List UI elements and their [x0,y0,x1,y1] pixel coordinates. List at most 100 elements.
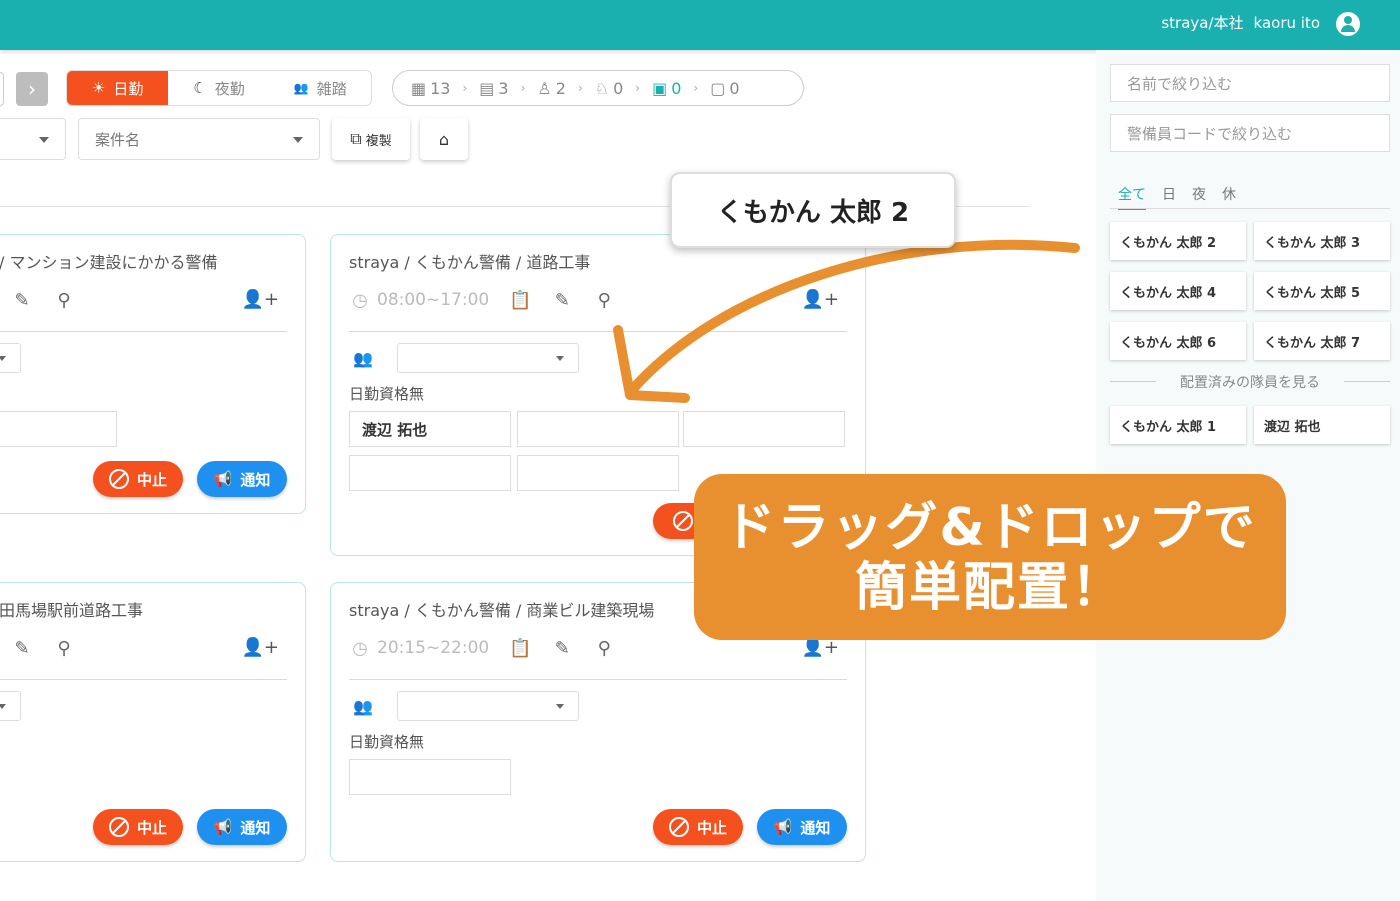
user-info[interactable]: straya/本社 kaoru ito [1161,12,1320,33]
stat-sites[interactable]: ▦ 13 [411,79,450,98]
copy-button[interactable]: ⧉ 複製 [332,118,410,160]
account-icon[interactable] [1336,12,1360,36]
tab-label: 雑踏 [316,79,347,98]
assigned-guards-toggle[interactable]: 配置済みの隊員を見る [1110,372,1390,392]
assign-slot[interactable] [683,411,845,447]
clipboard-icon[interactable]: 📋 [509,637,531,659]
ban-icon [673,511,693,531]
assign-slot[interactable]: 渡辺 拓也 [349,411,511,447]
team-select[interactable] [0,343,21,373]
sun-icon: ☀ [91,79,106,97]
chevron-icon: › [462,81,468,95]
chevron-icon: › [635,81,641,95]
add-person-icon[interactable]: 👤+ [802,637,840,658]
guard-chip[interactable]: くもかん 太郎 7 [1254,322,1390,360]
megaphone-icon: 📢 [213,818,233,836]
prev-date-button[interactable] [0,72,4,106]
stat-badge[interactable]: ▣ 0 [652,79,681,98]
edit-icon[interactable]: ✎ [551,289,573,311]
team-icon: 👥 [353,697,373,716]
map-pin-icon[interactable]: ⚲ [593,637,615,659]
assigned-guard-chip[interactable]: 渡辺 拓也 [1254,406,1390,444]
edit-icon[interactable]: ✎ [11,637,33,659]
team-select[interactable] [397,343,579,373]
team-select[interactable] [0,691,21,721]
project-select[interactable]: 案件名 [78,118,320,160]
shift-time: 08:00~17:00 [377,290,490,310]
banner-line-2: 簡単配置！ [854,558,1125,618]
notify-button[interactable]: 📢 通知 [757,809,847,845]
stat-documents[interactable]: ▤ 3 [479,79,508,98]
stop-button[interactable]: 中止 [93,461,183,497]
chevron-icon: › [520,81,526,95]
assignment-card[interactable]: 田馬場駅前道路工事 ✎ ⚲ 👤+ 中止 📢 通知 [0,582,306,862]
document-icon: ▤ [479,78,495,98]
chevron-icon: › [577,81,583,95]
assign-slot[interactable] [0,411,117,447]
tab-crowd-shift[interactable]: 👥 雑踏 [270,71,371,105]
add-person-icon[interactable]: 👤+ [242,637,280,658]
chevron-down-icon [293,137,303,143]
clipboard-icon[interactable]: 📋 [509,289,531,311]
home-button[interactable]: ⌂ [420,118,468,160]
drag-arrow [613,239,1080,403]
map-pin-icon[interactable]: ⚲ [53,289,75,311]
building-icon: ▦ [411,78,427,98]
top-bar: straya/本社 kaoru ito [0,0,1400,50]
moon-icon: ☾ [193,79,207,97]
stat-workers[interactable]: ♙ 2 [537,79,566,98]
clock-icon: ◷ [352,637,368,659]
filter-select[interactable] [0,118,66,160]
clock-icon: ◷ [352,289,368,311]
qualification-label: 日勤資格無 [349,733,425,751]
assign-slot[interactable] [517,411,679,447]
code-filter-input[interactable]: 警備員コードで絞り込む [1110,114,1390,152]
dragged-guard-chip[interactable]: くもかん 太郎 2 [670,172,956,248]
assigned-guard-chip[interactable]: くもかん 太郎 1 [1110,406,1246,444]
tab-all[interactable]: 全て [1118,184,1146,210]
home-icon: ⌂ [438,129,450,149]
id-card-icon: ▢ [710,78,726,98]
megaphone-icon: 📢 [213,470,233,488]
stop-button[interactable]: 中止 [93,809,183,845]
guard-tabs: 全て 日 夜 休 [1118,184,1236,210]
notify-button[interactable]: 📢 通知 [197,809,287,845]
guard-chip[interactable]: くもかん 太郎 4 [1110,272,1246,310]
assign-slot[interactable] [349,759,511,795]
edit-icon[interactable]: ✎ [11,289,33,311]
name-filter-input[interactable]: 名前で絞り込む [1110,64,1390,102]
qualification-label: 日勤資格無 [349,385,425,403]
team-select[interactable] [397,691,579,721]
worker-icon: ♙ [537,78,552,98]
next-date-button[interactable]: › [16,72,48,106]
assign-slot[interactable] [349,455,511,491]
edit-icon[interactable]: ✎ [551,637,573,659]
guard-chip[interactable]: くもかん 太郎 5 [1254,272,1390,310]
assign-slot[interactable] [517,455,679,491]
stat-running[interactable]: ♘ 0 [595,79,624,98]
running-icon: ♘ [594,78,610,98]
notify-button[interactable]: 📢 通知 [197,461,287,497]
chevron-down-icon [39,137,49,143]
add-person-icon[interactable]: 👤+ [242,289,280,310]
guard-chip[interactable]: くもかん 太郎 6 [1110,322,1246,360]
tab-off[interactable]: 休 [1222,184,1236,210]
team-icon: 👥 [353,349,373,368]
tab-day[interactable]: 日 [1162,184,1176,210]
stop-button[interactable]: 中止 [653,809,743,845]
card-divider [349,679,847,680]
tab-night[interactable]: 夜 [1192,184,1206,210]
card-title: / マンション建設にかかる警備 [0,253,218,272]
tab-day-shift[interactable]: ☀ 日勤 [67,71,169,105]
guard-chip[interactable]: くもかん 太郎 3 [1254,222,1390,260]
badge-icon: ▣ [652,78,668,98]
banner-line-1: ドラッグ&ドロップで [723,498,1257,558]
tab-divider [1110,208,1390,209]
chevron-icon: › [693,81,699,95]
guard-chip[interactable]: くもかん 太郎 2 [1110,222,1246,260]
assignment-card[interactable]: / マンション建設にかかる警備 ✎ ⚲ 👤+ 中止 📢 通知 [0,234,306,514]
megaphone-icon: 📢 [773,818,793,836]
tab-night-shift[interactable]: ☾ 夜勤 [168,71,269,105]
map-pin-icon[interactable]: ⚲ [53,637,75,659]
stat-id-card[interactable]: ▢ 0 [710,79,739,98]
